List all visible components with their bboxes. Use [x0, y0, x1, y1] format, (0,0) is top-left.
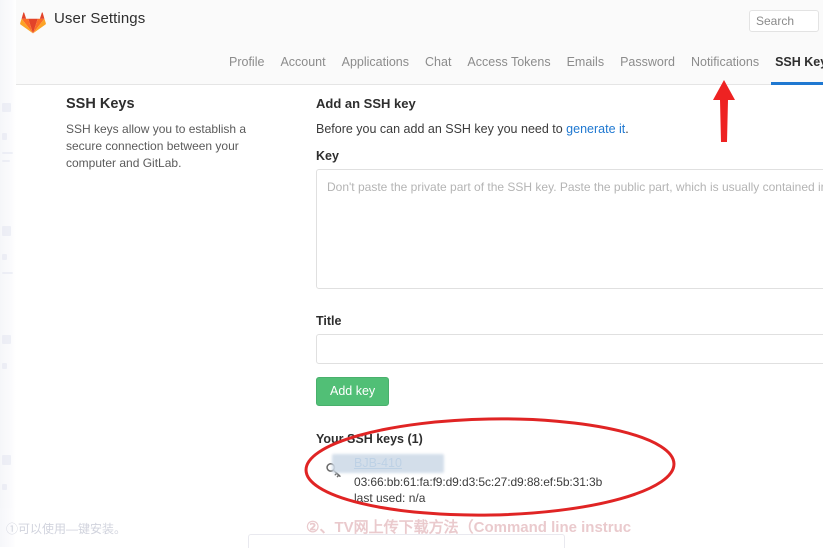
sidebar-heading: SSH Keys: [66, 96, 135, 112]
generate-it-link[interactable]: generate it: [566, 122, 625, 136]
tab-account[interactable]: Account: [272, 40, 333, 85]
form-heading: Add an SSH key: [316, 96, 416, 111]
settings-tab-list: Profile Account Applications Chat Access…: [221, 40, 823, 85]
ssh-key-textarea[interactable]: [316, 169, 823, 289]
key-field-label: Key: [316, 149, 339, 163]
your-ssh-keys-heading: Your SSH keys (1): [316, 431, 423, 446]
tab-applications[interactable]: Applications: [334, 40, 417, 85]
bleed-panel-outline: [248, 534, 565, 548]
app-header: User Settings: [16, 0, 823, 40]
tab-profile[interactable]: Profile: [221, 40, 272, 85]
ssh-key-list-item[interactable]: BJB-410 03:66:bb:61:fa:f9:d9:d3:5c:27:d9…: [316, 453, 823, 505]
bleed-left-text: ①可以使用—键安装。: [6, 522, 127, 536]
search-box[interactable]: [749, 10, 819, 32]
gitlab-logo-icon: [20, 9, 46, 34]
tab-access-tokens[interactable]: Access Tokens: [459, 40, 558, 85]
tab-emails[interactable]: Emails: [559, 40, 613, 85]
ssh-keys-description-panel: SSH Keys SSH keys allow you to establish…: [66, 96, 276, 172]
settings-nav-bar: Profile Account Applications Chat Access…: [16, 40, 823, 85]
tab-notifications[interactable]: Notifications: [683, 40, 767, 85]
generate-key-hint-suffix: .: [625, 122, 629, 136]
redaction-overlay: [332, 453, 444, 473]
background-left-strip: [0, 0, 16, 547]
tab-chat[interactable]: Chat: [417, 40, 459, 85]
key-title-input[interactable]: [316, 334, 823, 364]
title-field-label: Title: [316, 314, 342, 328]
generate-key-hint: Before you can add an SSH key you need t…: [316, 122, 823, 136]
search-input[interactable]: [750, 11, 818, 31]
ssh-key-name-line: BJB-410: [332, 453, 823, 473]
ssh-key-fingerprint: 03:66:bb:61:fa:f9:d9:d3:5c:27:d9:88:ef:5…: [354, 474, 603, 489]
sidebar-description: SSH keys allow you to establish a secure…: [66, 122, 247, 170]
add-ssh-key-form: Add an SSH key Before you can add an SSH…: [316, 96, 823, 505]
ssh-key-last-used: last used: n/a: [354, 490, 426, 505]
generate-key-hint-prefix: Before you can add an SSH key you need t…: [316, 122, 567, 136]
add-key-button[interactable]: Add key: [316, 377, 390, 406]
page-title: User Settings: [54, 10, 146, 27]
tab-ssh-keys[interactable]: SSH Keys: [767, 40, 823, 85]
tab-password[interactable]: Password: [612, 40, 683, 85]
